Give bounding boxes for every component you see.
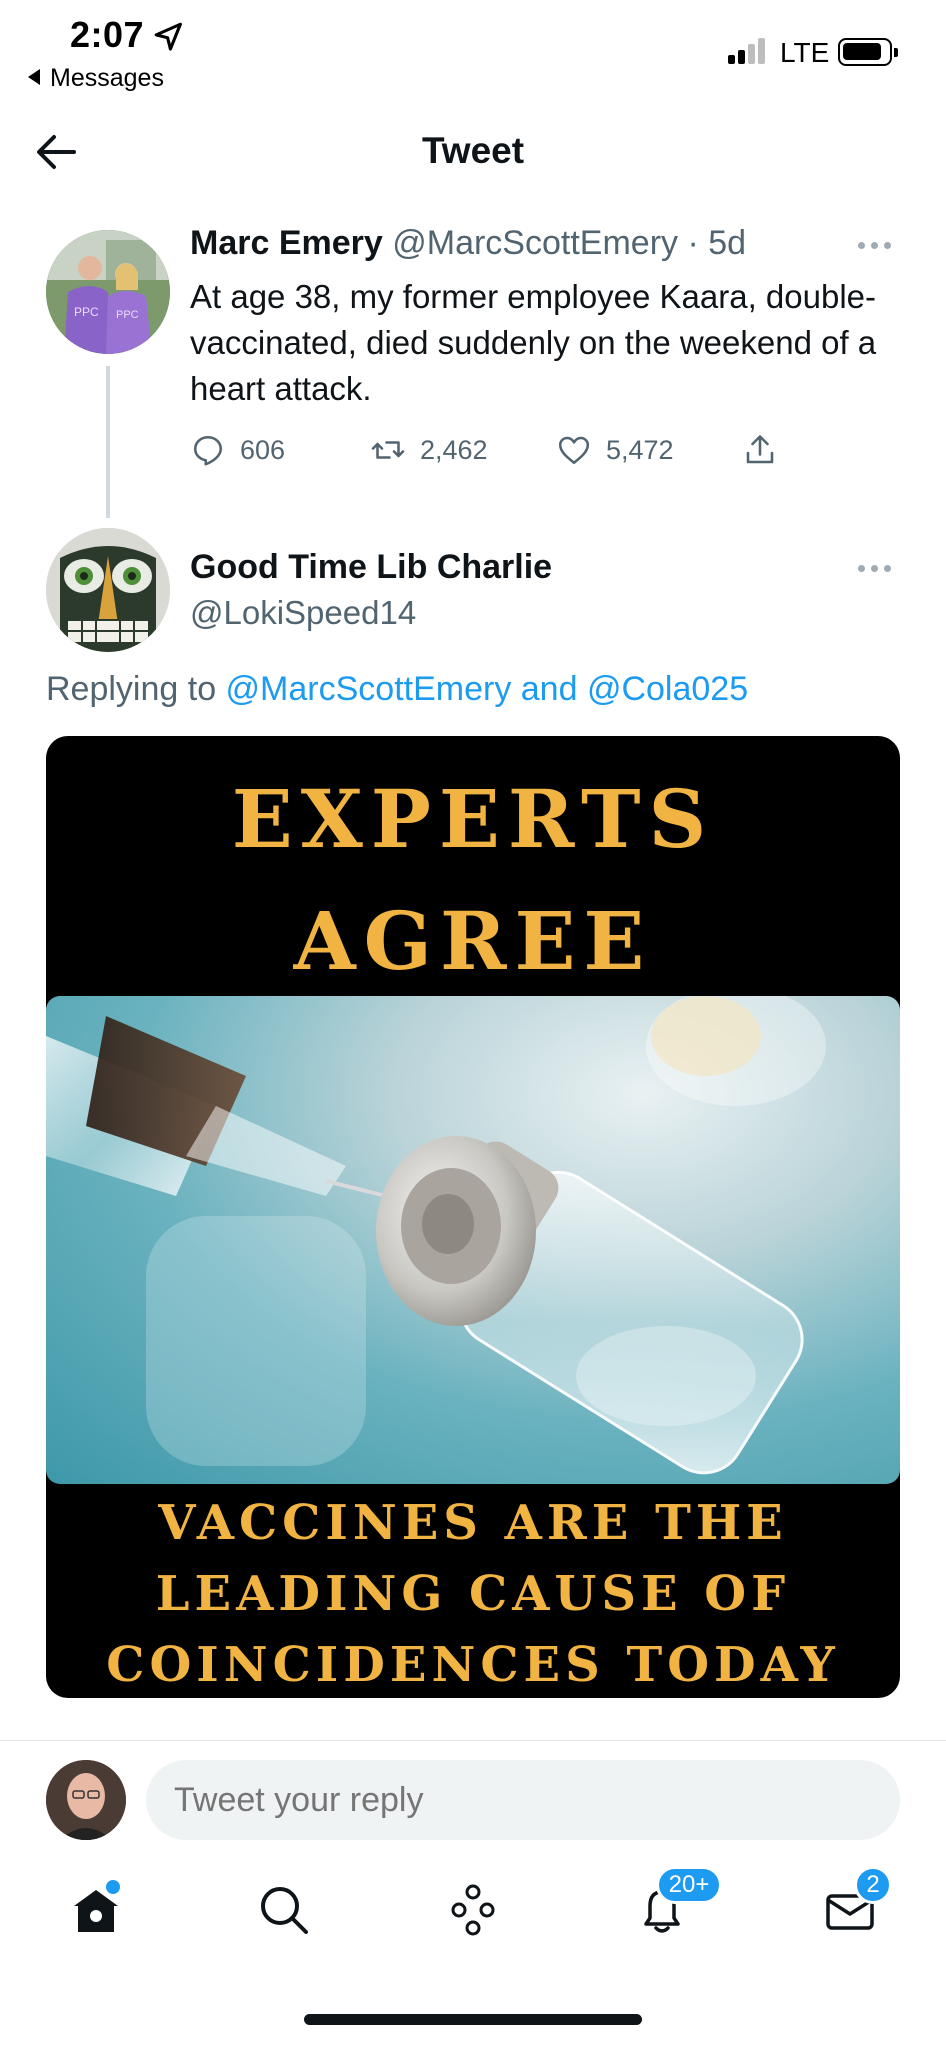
meme-bottom-line-2: LEADING CAUSE OF — [155, 1566, 791, 1622]
tweet1-more-icon[interactable] — [858, 240, 894, 250]
bottom-tab-bar: 20+ 2 — [0, 1866, 946, 1976]
retweet-count: 2,462 — [420, 434, 488, 465]
home-indicator[interactable] — [304, 2014, 642, 2025]
tweet2-author-name[interactable]: Good Time Lib Charlie — [190, 548, 552, 587]
tweet2-author-handle[interactable]: @LokiSpeed14 — [190, 594, 416, 632]
meme-bottom-line-3: COINCIDENCES TODAY — [106, 1637, 840, 1693]
battery-icon — [838, 38, 898, 66]
replying-targets-link[interactable]: @MarcScottEmery and @Cola025 — [226, 670, 749, 708]
retweet-icon — [371, 441, 405, 459]
back-to-messages[interactable]: Messages — [28, 64, 164, 93]
tab-home[interactable] — [66, 1880, 126, 1940]
avatar-marc-emery[interactable]: PPC PPC — [46, 230, 170, 354]
tab-notifications[interactable]: 20+ — [632, 1866, 722, 1940]
status-time: 2:07 — [70, 14, 145, 55]
thread-line — [106, 366, 110, 518]
replying-prefix: Replying to — [46, 670, 226, 708]
meme-top-text: EXPERTS AGREE — [46, 764, 900, 996]
share-icon — [746, 435, 774, 464]
status-bar: 2:07 Messages LTE — [0, 0, 946, 100]
share-action[interactable] — [742, 430, 778, 470]
tweet1-text: At age 38, my former employee Kaara, dou… — [190, 278, 877, 407]
tweet1-author-handle[interactable]: @MarcScottEmery — [392, 224, 678, 262]
avatar-ppc-text: PPC — [74, 305, 99, 319]
search-icon — [261, 1887, 308, 1934]
like-action[interactable]: 5,472 — [556, 430, 674, 470]
meme-top-line-1: EXPERTS — [231, 772, 715, 866]
replying-to: Replying to @MarcScottEmery and @Cola025 — [46, 670, 748, 709]
back-triangle-icon — [28, 69, 40, 86]
home-new-dot — [106, 1880, 120, 1894]
notifications-badge: 20+ — [656, 1866, 722, 1904]
back-app-label: Messages — [50, 64, 164, 92]
spaces-icon — [451, 1884, 495, 1936]
reply-icon — [193, 435, 223, 466]
tweet1-separator: · — [678, 224, 709, 262]
retweet-action[interactable]: 2,462 — [370, 430, 488, 470]
like-icon — [558, 436, 590, 465]
like-count: 5,472 — [606, 434, 674, 465]
meme-bottom-line-1: VACCINES ARE THE — [158, 1495, 788, 1551]
signal-icon — [728, 38, 772, 64]
messages-badge: 2 — [854, 1866, 892, 1904]
vaccine-vial-photo — [46, 996, 900, 1484]
tweet1-author-line: Marc Emery @MarcScottEmery · 5d — [190, 224, 746, 263]
meme-bottom-text: VACCINES ARE THE LEADING CAUSE OF COINCI… — [46, 1488, 900, 1698]
avatar-ppc-text-2: PPC — [116, 309, 139, 321]
current-user-avatar[interactable] — [46, 1760, 126, 1840]
tab-search[interactable] — [254, 1880, 314, 1940]
page-title: Tweet — [421, 130, 525, 171]
meme-top-line-2: AGREE — [293, 894, 653, 988]
reply-input[interactable] — [146, 1760, 900, 1840]
tweet1-actions: 606 2,462 5,472 — [190, 430, 810, 470]
avatar-good-time-lib-charlie[interactable] — [46, 528, 170, 652]
tab-messages[interactable]: 2 — [820, 1866, 892, 1940]
tweet2-image[interactable]: EXPERTS AGREE VACCINES ARE THE LEADING C… — [46, 736, 900, 1698]
reply-count: 606 — [240, 434, 286, 465]
network-label: LTE — [780, 37, 830, 68]
composer-divider — [0, 1740, 946, 1741]
reply-action[interactable]: 606 — [190, 430, 285, 470]
tab-spaces[interactable] — [443, 1880, 503, 1940]
tweet1-age: 5d — [708, 224, 747, 262]
tweet-header: Tweet — [0, 110, 946, 190]
tweet1-author-name[interactable]: Marc Emery — [190, 224, 383, 262]
location-arrow-icon — [154, 22, 182, 51]
tweet2-more-icon[interactable] — [858, 563, 894, 573]
